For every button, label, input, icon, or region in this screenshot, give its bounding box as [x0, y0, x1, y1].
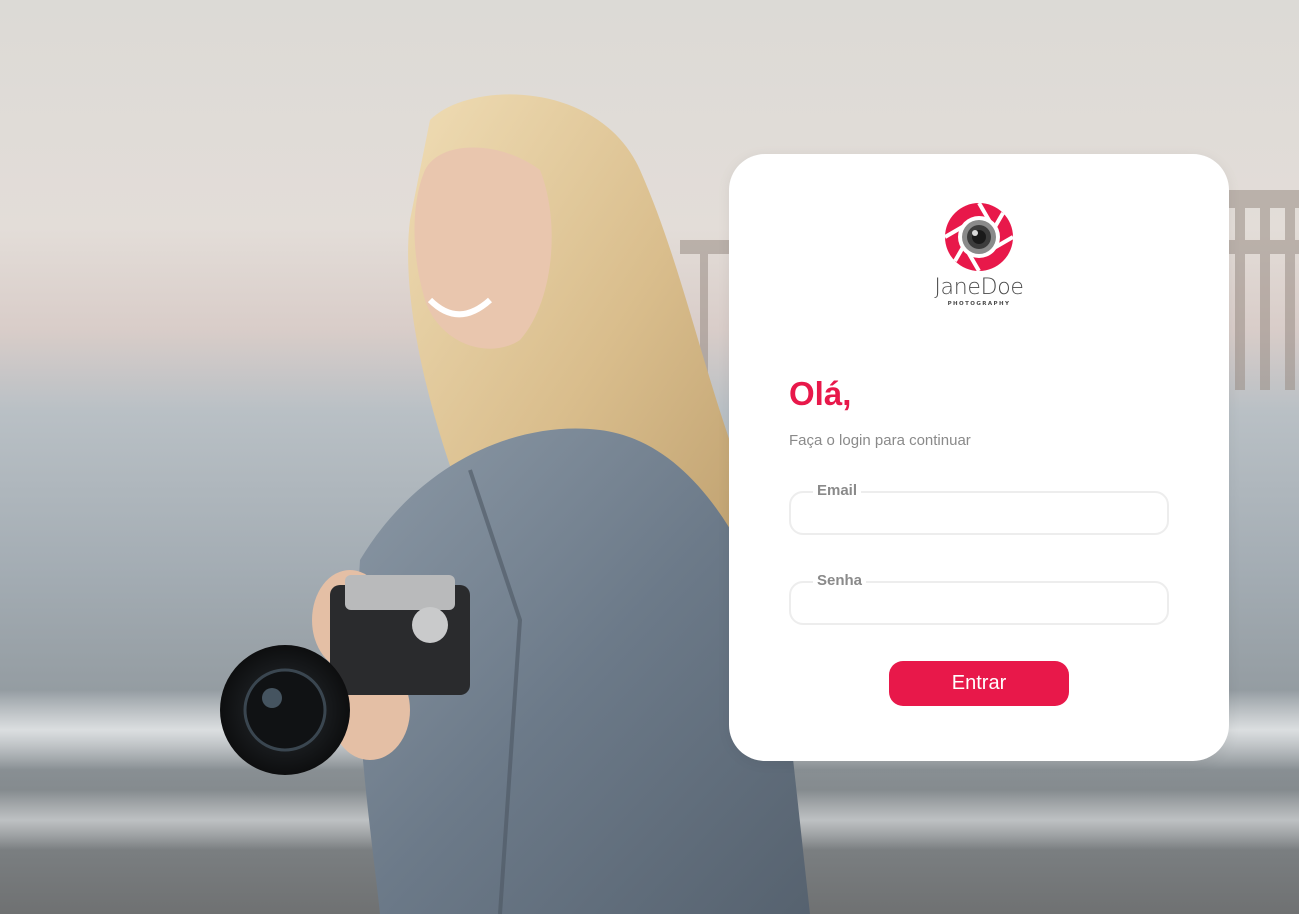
brand-name: JaneDoe — [934, 275, 1024, 300]
brand-logo: JaneDoe PHOTOGRAPHY — [929, 202, 1029, 320]
login-page: JaneDoe PHOTOGRAPHY Olá, Faça o login pa… — [0, 0, 1299, 914]
login-submit-button[interactable]: Entrar — [889, 661, 1069, 706]
email-label: Email — [813, 482, 862, 500]
login-subtitle: Faça o login para continuar — [789, 432, 971, 449]
login-card: JaneDoe PHOTOGRAPHY Olá, Faça o login pa… — [729, 154, 1229, 761]
greeting-title: Olá, — [789, 375, 852, 412]
email-field-group: Email — [789, 482, 1169, 535]
password-field-group: Senha — [789, 572, 1169, 625]
password-label: Senha — [813, 572, 867, 590]
brand-tagline: PHOTOGRAPHY — [947, 301, 1011, 307]
camera-lens-icon — [944, 202, 1014, 272]
